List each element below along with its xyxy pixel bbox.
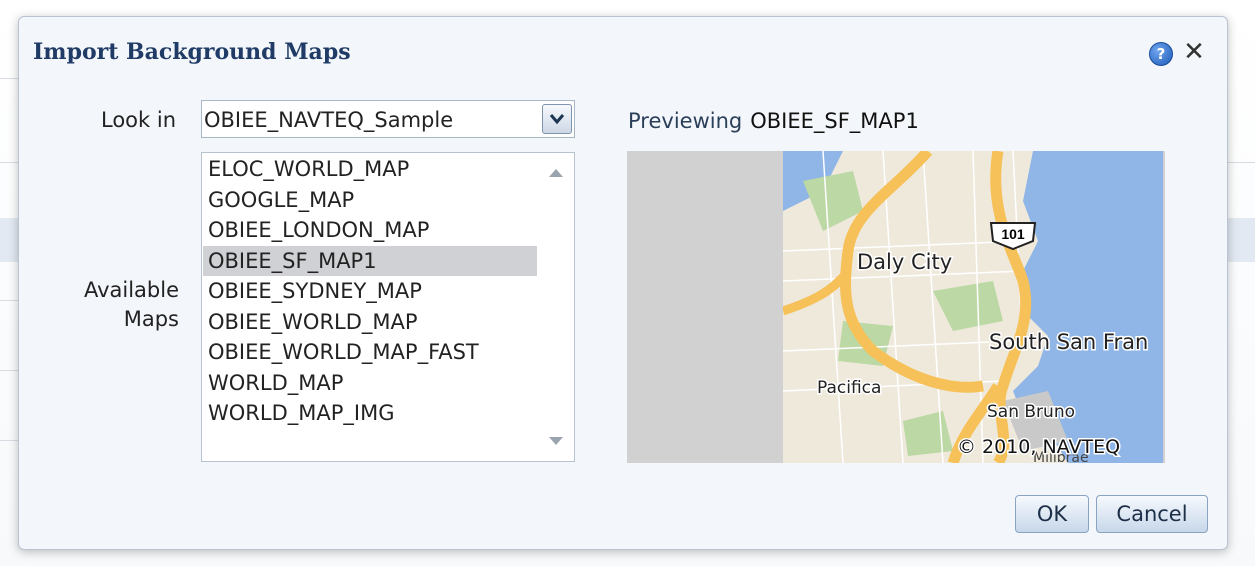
previewing-text: Previewing xyxy=(628,109,743,133)
map-label-pacifica: Pacifica xyxy=(817,378,881,398)
list-item[interactable]: GOOGLE_MAP xyxy=(203,185,537,216)
map-label-daly-city: Daly City xyxy=(857,250,952,274)
map-image: 101 Daly City South San Fran Pacifica Sa… xyxy=(783,151,1163,463)
list-item[interactable]: ELOC_WORLD_MAP xyxy=(203,154,537,185)
available-maps-label-line1: Available xyxy=(83,278,179,302)
background-row xyxy=(0,218,18,262)
dropdown-button[interactable] xyxy=(542,104,572,134)
map-label-san-bruno: San Bruno xyxy=(987,402,1075,422)
look-in-select[interactable]: OBIEE_NAVTEQ_Sample xyxy=(201,100,575,138)
look-in-value: OBIEE_NAVTEQ_Sample xyxy=(204,108,454,132)
background-divider xyxy=(0,440,18,441)
list-item[interactable]: OBIEE_WORLD_MAP_FAST xyxy=(203,337,537,368)
scroll-up-arrow-icon[interactable] xyxy=(548,167,564,179)
list-item[interactable]: WORLD_MAP_IMG xyxy=(203,398,537,429)
background-divider xyxy=(1225,162,1255,163)
scroll-down-arrow-icon[interactable] xyxy=(548,435,564,447)
map-svg: 101 Daly City South San Fran Pacifica Sa… xyxy=(783,151,1163,463)
chevron-down-icon xyxy=(549,114,565,125)
background-divider xyxy=(0,162,18,163)
cancel-button[interactable]: Cancel xyxy=(1096,495,1208,533)
list-item[interactable]: OBIEE_LONDON_MAP xyxy=(203,215,537,246)
list-item[interactable]: OBIEE_SYDNEY_MAP xyxy=(203,276,537,307)
background-divider xyxy=(0,300,18,301)
ok-button[interactable]: OK xyxy=(1015,495,1089,533)
highway-shield-label: 101 xyxy=(1001,226,1025,242)
available-maps-label: Available Maps xyxy=(49,276,179,334)
background-divider xyxy=(0,370,18,371)
previewing-map-name: OBIEE_SF_MAP1 xyxy=(750,109,919,133)
import-background-maps-dialog: Import Background Maps ? ✕ Look in OBIEE… xyxy=(18,16,1228,550)
background-divider xyxy=(0,78,18,79)
available-maps-list[interactable]: ELOC_WORLD_MAP GOOGLE_MAP OBIEE_LONDON_M… xyxy=(201,152,575,462)
list-item[interactable]: WORLD_MAP xyxy=(203,368,537,399)
map-preview: 101 Daly City South San Fran Pacifica Sa… xyxy=(627,151,1165,463)
list-item-selected[interactable]: OBIEE_SF_MAP1 xyxy=(203,245,537,276)
map-copyright: © 2010, NAVTEQ xyxy=(957,436,1120,458)
available-maps-label-line2: Maps xyxy=(123,307,179,331)
previewing-label: Previewing OBIEE_SF_MAP1 xyxy=(628,109,919,133)
list-item[interactable]: OBIEE_WORLD_MAP xyxy=(203,307,537,338)
look-in-label: Look in xyxy=(101,108,177,132)
map-label-south-san-francisco: South San Fran xyxy=(989,330,1148,354)
dialog-title: Import Background Maps xyxy=(33,39,351,65)
question-circle-icon[interactable]: ? xyxy=(1149,42,1173,66)
background-row xyxy=(1227,218,1255,262)
close-icon[interactable]: ✕ xyxy=(1181,37,1207,67)
